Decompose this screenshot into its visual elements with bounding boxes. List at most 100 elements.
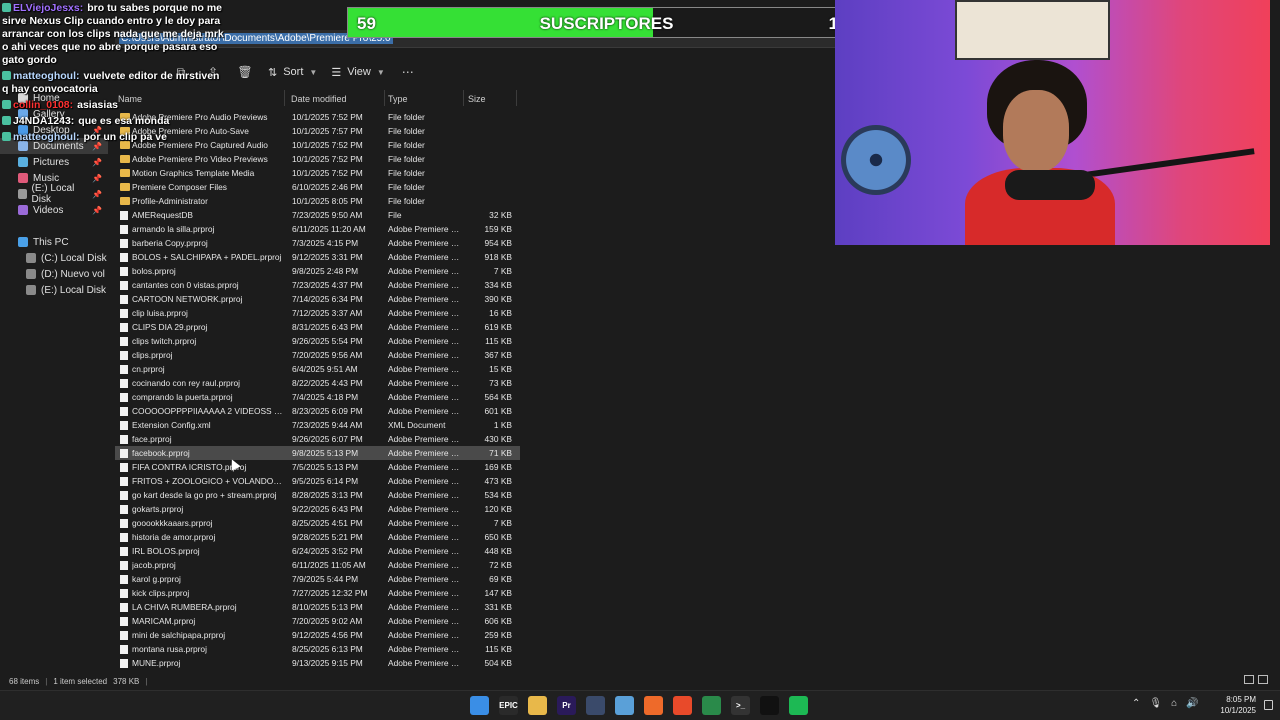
file-row[interactable]: AMERequestDB 7/23/2025 9:50 AM File 32 KB (115, 208, 520, 222)
file-row[interactable]: montana rusa.prproj 8/25/2025 6:13 PM Adob… (115, 642, 520, 656)
file-row[interactable]: clip luisa.prproj 7/12/2025 3:37 AM Adobe … (115, 306, 520, 320)
selection-size: 378 KB (113, 676, 140, 686)
file-row[interactable]: kick clips.prproj 7/27/2025 12:32 PM Adobe… (115, 586, 520, 600)
file-row[interactable]: karol g.prproj 7/9/2025 5:44 PM Adobe Prem… (115, 572, 520, 586)
file-row[interactable]: barberia Copy.prproj 7/3/2025 4:15 PM Adob… (115, 236, 520, 250)
file-row[interactable]: COOOOOPPPPIIAAAAA 2 VIDEOSS BOL... 8/23/2… (115, 404, 520, 418)
file-icon (120, 631, 128, 640)
file-icon (120, 561, 128, 570)
file-row[interactable]: LA CHIVA RUMBERA.prproj 8/10/2025 5:13 PM… (115, 600, 520, 614)
notification-icon[interactable] (1264, 700, 1273, 710)
file-row[interactable]: armando la silla.prproj 6/11/2025 11:20 A… (115, 222, 520, 236)
sidebar-item-label: (C:) Local Disk (41, 252, 107, 264)
file-name: CARTOON NETWORK.prproj (132, 294, 243, 304)
microphone-icon[interactable]: 🎙 (1149, 698, 1162, 709)
brave-icon[interactable] (673, 696, 692, 715)
spotify-icon[interactable] (789, 696, 808, 715)
column-date[interactable]: Date modified (291, 94, 347, 104)
file-row[interactable]: cocinando con rey raul.prproj 8/22/2025 4… (115, 376, 520, 390)
file-row[interactable]: BOLOS + SALCHIPAPA + PADEL.prproj 9/12/20… (115, 250, 520, 264)
file-size: 16 KB (489, 308, 512, 318)
file-date: 10/1/2025 7:52 PM (292, 140, 363, 150)
file-row[interactable]: Motion Graphics Template Media 10/1/2025 … (115, 166, 520, 180)
file-type: Adobe Premiere P... (388, 406, 462, 416)
sidebar-item-videos[interactable]: Videos 📌 (0, 202, 108, 218)
file-row[interactable]: gooookkkaaars.prproj 8/25/2025 4:51 PM Ado… (115, 516, 520, 530)
column-divider[interactable] (463, 90, 464, 106)
file-date: 9/12/2025 4:56 PM (292, 630, 363, 640)
column-divider[interactable] (384, 90, 385, 106)
sidebar-drive[interactable]: (E:) Local Disk (0, 282, 108, 298)
file-icon (120, 393, 128, 402)
file-row[interactable]: historia de amor.prproj 9/28/2025 5:21 PM… (115, 530, 520, 544)
file-row[interactable]: comprando la puerta.prproj 7/4/2025 4:18 … (115, 390, 520, 404)
terminal-icon[interactable]: >_ (731, 696, 750, 715)
column-size[interactable]: Size (468, 94, 486, 104)
file-row[interactable]: Adobe Premiere Pro Video Previews 10/1/20… (115, 152, 520, 166)
pin-icon[interactable]: 📌 (92, 158, 102, 167)
file-row[interactable]: bolos.prproj 9/8/2025 2:48 PM Adobe Premie… (115, 264, 520, 278)
file-row[interactable]: Premiere Composer Files 6/10/2025 2:46 PM… (115, 180, 520, 194)
file-row[interactable]: face.prproj 9/26/2025 6:07 PM Adobe Premie… (115, 432, 520, 446)
file-row[interactable]: clips twitch.prproj 9/26/2025 5:54 PM Adob… (115, 334, 520, 348)
file-row[interactable]: Extension Config.xml 7/23/2025 9:44 AM XML… (115, 418, 520, 432)
file-row[interactable]: jacob.prproj 6/11/2025 11:05 AM Adobe Prem… (115, 558, 520, 572)
file-row[interactable]: MUNE.prproj 9/13/2025 9:15 PM Adobe Premie… (115, 656, 520, 670)
pin-icon[interactable]: 📌 (92, 206, 102, 215)
sidebar-item-pictures[interactable]: Pictures 📌 (0, 154, 108, 170)
file-row[interactable]: cantantes con 0 vistas.prproj 7/23/2025 4… (115, 278, 520, 292)
file-type: Adobe Premiere P... (388, 364, 462, 374)
steam-icon[interactable] (586, 696, 605, 715)
capcut-icon[interactable] (760, 696, 779, 715)
column-divider[interactable] (284, 90, 285, 106)
view-button[interactable]: ☰ View ▼ (331, 66, 384, 79)
sidebar-drive[interactable]: (C:) Local Disk (0, 250, 108, 266)
file-row[interactable]: CARTOON NETWORK.prproj 7/14/2025 6:34 PM A… (115, 292, 520, 306)
column-type[interactable]: Type (388, 94, 408, 104)
computer-icon (18, 237, 28, 247)
pin-icon[interactable]: 📌 (92, 174, 102, 183)
file-row[interactable]: Profile-Administrator 10/1/2025 8:05 PM Fi… (115, 194, 520, 208)
file-icon (120, 295, 128, 304)
delete-icon[interactable]: 🗑 (236, 63, 254, 81)
file-row[interactable]: clips.prproj 7/20/2025 9:56 AM Adobe Premi… (115, 348, 520, 362)
file-row[interactable]: MARICAM.prproj 7/20/2025 9:02 AM Adobe Pre… (115, 614, 520, 628)
clock[interactable]: 8:05 PM 10/1/2025 (1208, 694, 1256, 716)
notepad-icon[interactable] (615, 696, 634, 715)
file-date: 7/20/2025 9:56 AM (292, 350, 363, 360)
file-size: 448 KB (484, 546, 512, 556)
file-type: Adobe Premiere P... (388, 504, 462, 514)
webcam-overlay (835, 0, 1270, 245)
file-explorer-icon[interactable] (528, 696, 547, 715)
premiere-pro-icon[interactable]: Pr (557, 696, 576, 715)
chrome-icon[interactable] (702, 696, 721, 715)
network-icon[interactable]: ⌂ (1171, 698, 1177, 709)
file-size: 1 KB (493, 420, 512, 430)
details-view-icon[interactable] (1244, 675, 1254, 684)
tiles-view-icon[interactable] (1258, 675, 1268, 684)
sidebar-item-this-pc[interactable]: This PC (0, 234, 108, 250)
file-row[interactable]: facebook.prproj 9/8/2025 5:13 PM Adobe Pre… (115, 446, 520, 460)
sidebar-item-e-local-disk[interactable]: (E:) Local Disk 📌 (0, 183, 108, 205)
obs-icon[interactable] (644, 696, 663, 715)
file-row[interactable]: CLIPS DIA 29.prproj 8/31/2025 6:43 PM Adob… (115, 320, 520, 334)
file-size: 15 KB (489, 364, 512, 374)
file-row[interactable]: mini de salchipapa.prproj 9/12/2025 4:56 … (115, 628, 520, 642)
sidebar-item-label: Videos (33, 204, 64, 216)
sidebar-drive[interactable]: (D:) Nuevo vol (0, 266, 108, 282)
file-row[interactable]: cn.prproj 6/4/2025 9:51 AM Adobe Premiere … (115, 362, 520, 376)
pin-icon[interactable]: 📌 (92, 190, 102, 199)
file-icon (120, 519, 128, 528)
file-row[interactable]: FRITOS + ZOOLOGICO + VOLANDO CO... 9/5/20… (115, 474, 520, 488)
file-row[interactable]: go kart desde la go pro + stream.prproj 8… (115, 488, 520, 502)
epic-games-icon[interactable]: EPIC (499, 696, 518, 715)
volume-icon[interactable]: 🔊 (1186, 698, 1198, 709)
chevron-up-icon[interactable]: ⌃ (1132, 698, 1140, 709)
column-divider[interactable] (516, 90, 517, 106)
file-row[interactable]: gokarts.prproj 9/22/2025 6:43 PM Adobe Pre… (115, 502, 520, 516)
file-row[interactable]: IRL BOLOS.prproj 6/24/2025 3:52 PM Adobe P… (115, 544, 520, 558)
more-options-icon[interactable]: ⋯ (399, 63, 417, 81)
file-row[interactable]: FIFA CONTRA ICRISTO.prproj 7/5/2025 5:13 … (115, 460, 520, 474)
start-icon[interactable] (470, 696, 489, 715)
sort-button[interactable]: ⇅ Sort ▼ (268, 66, 317, 79)
